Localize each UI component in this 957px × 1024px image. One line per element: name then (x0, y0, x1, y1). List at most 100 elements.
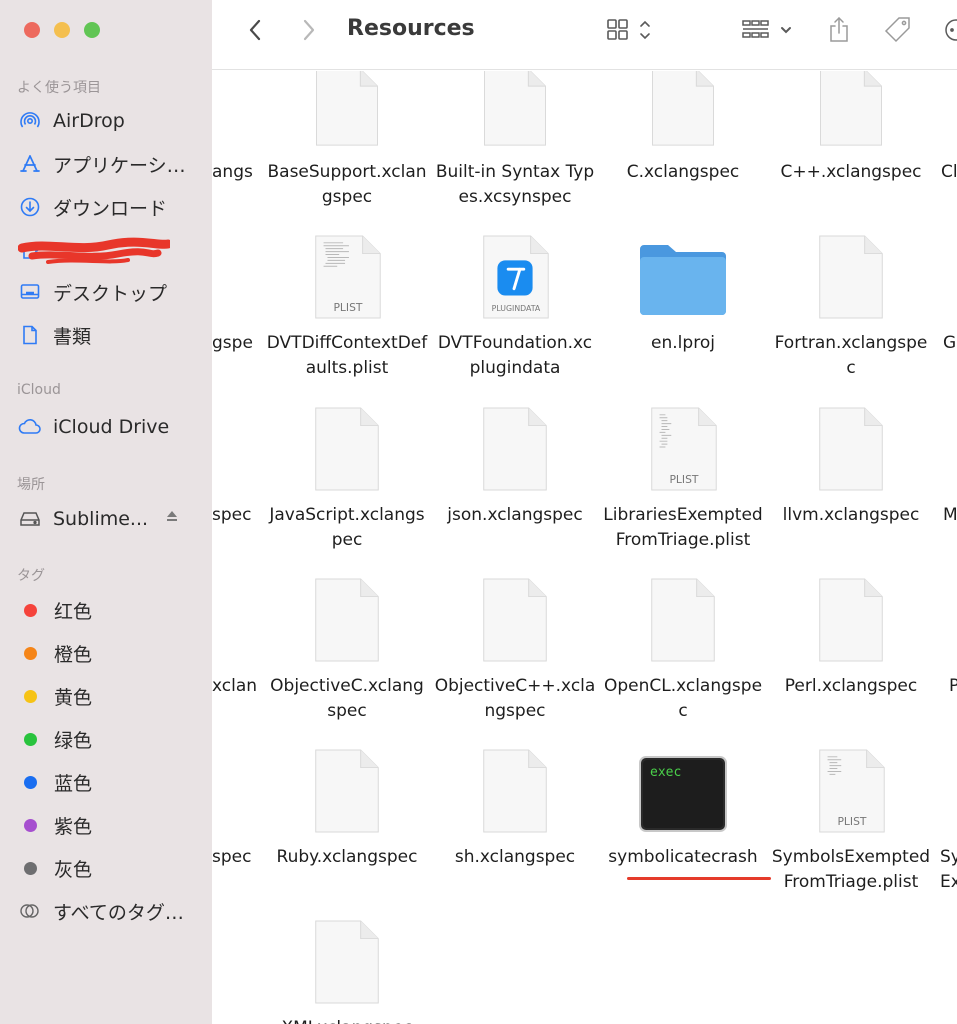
document-icon (801, 71, 901, 148)
file-item[interactable]: Fortran.xclangspec (768, 235, 934, 381)
sidebar-item-tag-blue[interactable]: 蓝色 (18, 767, 198, 797)
tag-dot-icon (24, 775, 37, 789)
sidebar-item-documents[interactable]: 書類 (18, 320, 198, 350)
file-name-partial[interactable]: M (943, 503, 957, 528)
file-item[interactable]: JavaScript.xclangspec (264, 407, 430, 553)
document-icon (297, 407, 397, 491)
sidebar-item-label: 红色 (54, 600, 93, 623)
sidebar-item-label: すべてのタグ… (53, 901, 184, 924)
file-name-partial[interactable]: gspe (212, 331, 253, 356)
back-button[interactable] (240, 15, 270, 45)
more-button[interactable] (942, 14, 957, 46)
sidebar-item-label: 書類 (53, 325, 92, 348)
sidebar-item-applications[interactable]: アプリケーシ… (18, 149, 198, 179)
file-item[interactable]: json.xclangspec (432, 407, 598, 528)
sidebar-item-tag-yellow[interactable]: 黄色 (18, 681, 198, 711)
file-item[interactable]: en.lproj (600, 235, 766, 356)
tag-button[interactable] (880, 14, 916, 46)
file-name: LibrariesExemptedFromTriage.plist (603, 505, 763, 550)
file-item[interactable]: BaseSupport.xclangspec (264, 71, 430, 210)
document-icon (465, 749, 565, 833)
tag-dot-icon (24, 646, 37, 660)
file-name-partial[interactable]: angs (212, 160, 253, 185)
file-item[interactable]: Built-in Syntax Types.xcsynspec (432, 71, 598, 210)
sidebar-item-downloads[interactable]: ダウンロード (18, 192, 198, 222)
file-name-partial[interactable]: P (949, 674, 957, 699)
tag-dot-icon (24, 818, 37, 832)
file-name: ObjectiveC.xclangspec (270, 676, 424, 721)
tag-dot-icon (24, 603, 37, 617)
sidebar-item-label: 橙色 (54, 643, 93, 666)
file-name: llvm.xclangspec (782, 505, 920, 525)
file-item[interactable]: XMLxclangspec (264, 920, 430, 1024)
document-icon (633, 71, 733, 148)
file-item[interactable]: ObjectiveC.xclangspec (264, 578, 430, 724)
document-icon (801, 235, 901, 319)
file-name-partial[interactable]: spec (212, 503, 251, 528)
zoom-window-button[interactable] (84, 22, 100, 38)
group-icon (742, 20, 791, 38)
sidebar-item-sublime-disk[interactable]: Sublime... (18, 504, 198, 534)
file-item-symbolicatecrash[interactable]: exec symbolicatecrash (600, 749, 766, 870)
chevron-right-icon (303, 19, 315, 41)
file-item[interactable]: PLUGINDATA DVTFoundation.xcplugindata (432, 235, 598, 381)
file-item[interactable]: ObjectiveC++.xclangspec (432, 578, 598, 724)
file-name: symbolicatecrash (608, 847, 758, 867)
file-name: XMLxclangspec (266, 1016, 428, 1024)
file-item[interactable]: Ruby.xclangspec (264, 749, 430, 870)
file-item[interactable]: C++.xclangspec (768, 71, 934, 185)
sidebar-item-tag-purple[interactable]: 紫色 (18, 810, 198, 840)
sidebar-item-airdrop[interactable]: AirDrop (18, 106, 198, 136)
file-name-partial[interactable]: G (943, 331, 956, 356)
document-icon (465, 71, 565, 148)
view-mode-button[interactable] (604, 15, 658, 45)
plugindata-file-icon: PLUGINDATA (465, 235, 565, 319)
locations-header: 場所 (17, 477, 45, 493)
file-item[interactable]: PLIST DVTDiffContextDefaults.plist (264, 235, 430, 381)
file-name: ObjectiveC++.xclangspec (434, 676, 596, 721)
sidebar-item-icloud-drive[interactable]: iCloud Drive (18, 412, 198, 442)
terminal-exec-icon: exec (633, 749, 733, 833)
file-grid: angs gspe spec xclan spec Cl G M P Sy Ex… (212, 71, 957, 1024)
exec-badge: exec (650, 765, 681, 780)
file-name-partial[interactable]: xclan (212, 674, 257, 699)
sidebar-item-tag-gray[interactable]: 灰色 (18, 853, 198, 883)
window-title: Resources (347, 16, 475, 41)
document-icon (465, 407, 565, 491)
file-name-partial[interactable]: Sy (940, 845, 957, 870)
forward-button[interactable] (294, 15, 324, 45)
document-icon (465, 578, 565, 662)
group-button[interactable] (738, 15, 798, 45)
file-name-partial[interactable]: Cl (941, 160, 957, 185)
sidebar-item-tag-green[interactable]: 绿色 (18, 724, 198, 754)
plugindata-badge: PLUGINDATA (492, 304, 541, 313)
sidebar-item-all-tags[interactable]: すべてのタグ… (18, 896, 198, 926)
toolbar: Resources (212, 0, 957, 70)
chevron-left-icon (249, 19, 261, 41)
share-button[interactable] (824, 14, 854, 46)
close-window-button[interactable] (24, 22, 40, 38)
file-item[interactable]: Perl.xclangspec (768, 578, 934, 699)
document-icon (801, 407, 901, 491)
file-name-partial[interactable]: spec (212, 845, 251, 870)
tag-dot-icon (24, 732, 37, 746)
tag-dot-icon (24, 689, 37, 703)
file-item[interactable]: PLIST SymbolsExemptedFromTriage.plist (768, 749, 934, 895)
file-item[interactable]: llvm.xclangspec (768, 407, 934, 528)
file-item[interactable]: PLIST LibrariesExemptedFromTriage.plist (600, 407, 766, 553)
favorites-header: よく使う項目 (17, 80, 101, 96)
file-item[interactable]: sh.xclangspec (432, 749, 598, 870)
minimize-window-button[interactable] (54, 22, 70, 38)
tag-dot-icon (24, 861, 37, 875)
file-name: Built-in Syntax Types.xcsynspec (435, 162, 595, 207)
file-item[interactable]: C.xclangspec (600, 71, 766, 185)
sidebar-item-desktop[interactable]: デスクトップ (18, 277, 198, 307)
file-item[interactable]: OpenCL.xclangspec (600, 578, 766, 724)
file-name-partial[interactable]: Ex (940, 870, 957, 895)
sidebar-item-tag-red[interactable]: 红色 (18, 595, 198, 625)
sidebar: よく使う項目 AirDrop アプリケーシ… ダウンロード デスクトップ 書類 … (0, 0, 212, 1024)
disk-icon (18, 507, 42, 531)
document-icon (297, 749, 397, 833)
eject-icon[interactable] (164, 508, 180, 528)
sidebar-item-tag-orange[interactable]: 橙色 (18, 638, 198, 668)
